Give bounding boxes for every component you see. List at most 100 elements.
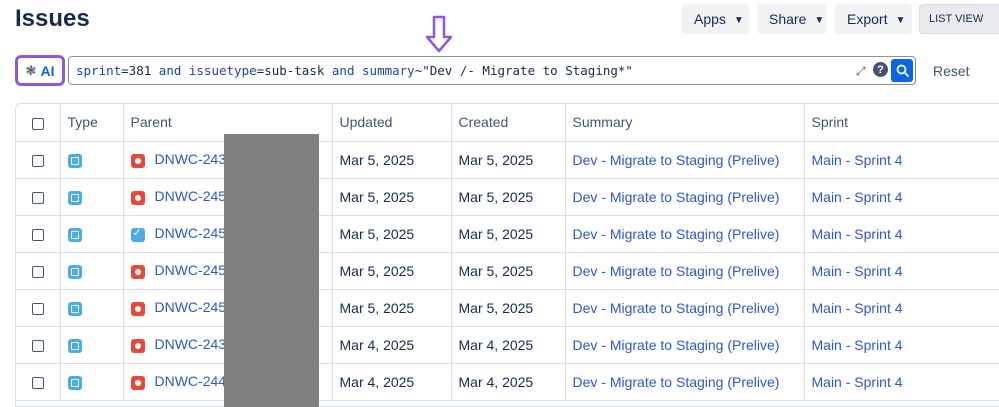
- parent-link[interactable]: DNWC-2451: [155, 299, 234, 315]
- sprint-link[interactable]: Main - Sprint 4: [812, 226, 903, 242]
- sprint-link[interactable]: Main - Sprint 4: [812, 337, 903, 353]
- bug-icon: [130, 375, 145, 390]
- bug-icon: [130, 301, 145, 316]
- updated-cell: Mar 5, 2025: [332, 141, 452, 179]
- sprint-link[interactable]: Main - Sprint 4: [812, 189, 903, 205]
- subtask-icon: [67, 227, 82, 242]
- summary-cell: Dev - Migrate to Staging (Prelive): [565, 326, 805, 364]
- summary-link[interactable]: Dev - Migrate to Staging (Prelive): [573, 374, 780, 390]
- search-button[interactable]: [891, 59, 913, 82]
- chevron-down-icon: ▼: [895, 14, 906, 26]
- jql-token: [354, 63, 362, 78]
- row-checkbox[interactable]: [16, 326, 61, 364]
- parent-link[interactable]: DNWC-2452: [155, 262, 234, 278]
- sprint-cell: Main - Sprint 4: [804, 215, 999, 253]
- annotation-arrow-icon: [425, 15, 453, 53]
- created-cell: Mar 4, 2025: [451, 363, 566, 401]
- subtask-icon: [67, 264, 82, 279]
- summary-link[interactable]: Dev - Migrate to Staging (Prelive): [573, 152, 780, 168]
- table-row[interactable]: DNWC-2447 Mar 4, 2025 Mar 4, 2025 Dev - Mig…: [16, 363, 999, 401]
- sprint-link[interactable]: Main - Sprint 4: [812, 263, 903, 279]
- page-title: Issues: [15, 5, 90, 32]
- subtask-icon: [67, 338, 82, 353]
- table-row[interactable]: DNWC-2457 Mar 5, 2025 Mar 5, 2025 Dev - Mig…: [16, 178, 999, 216]
- summary-cell: Dev - Migrate to Staging (Prelive): [565, 178, 805, 216]
- expand-icon[interactable]: ⤢: [856, 64, 868, 78]
- issue-type-cell: [60, 363, 124, 401]
- sprint-link[interactable]: Main - Sprint 4: [812, 152, 903, 168]
- sprint-link[interactable]: Main - Sprint 4: [812, 374, 903, 390]
- summary-link[interactable]: Dev - Migrate to Staging (Prelive): [573, 226, 780, 242]
- sparkle-icon: ❃: [25, 62, 37, 78]
- sprint-link[interactable]: Main - Sprint 4: [812, 300, 903, 316]
- table-row[interactable]: DNWC-2452 Mar 5, 2025 Mar 5, 2025 Dev - Mig…: [16, 252, 999, 290]
- parent-link[interactable]: DNWC-2432: [155, 151, 234, 167]
- column-header-created[interactable]: Created: [451, 104, 566, 142]
- parent-link[interactable]: DNWC-2447: [155, 373, 234, 389]
- row-checkbox[interactable]: [16, 252, 61, 290]
- jql-token: and: [331, 63, 355, 78]
- jql-query-input[interactable]: sprint=381 and issuetype=sub-task and su…: [68, 56, 916, 85]
- subtask-icon: [67, 190, 82, 205]
- select-all-checkbox[interactable]: [16, 104, 61, 142]
- parent-link[interactable]: DNWC-2439: [155, 336, 234, 352]
- share-label: Share: [769, 11, 807, 27]
- ai-label: AI: [40, 62, 55, 79]
- jql-token: summary: [362, 63, 415, 78]
- summary-cell: Dev - Migrate to Staging (Prelive): [565, 215, 805, 253]
- summary-link[interactable]: Dev - Migrate to Staging (Prelive): [573, 263, 780, 279]
- column-header-sprint[interactable]: Sprint: [804, 104, 999, 142]
- jql-token: =sub-task: [256, 63, 332, 78]
- column-header-type[interactable]: Type: [60, 104, 124, 142]
- chevron-down-icon: ▼: [733, 14, 744, 26]
- created-cell: Mar 5, 2025: [451, 178, 566, 216]
- summary-cell: Dev - Migrate to Staging (Prelive): [565, 141, 805, 179]
- jql-token: =381: [121, 63, 159, 78]
- created-cell: Mar 5, 2025: [451, 215, 566, 253]
- reset-button[interactable]: Reset: [933, 63, 970, 79]
- bug-icon: [130, 190, 145, 205]
- updated-cell: Mar 5, 2025: [332, 289, 452, 327]
- jql-token: [181, 63, 189, 78]
- sprint-cell: Main - Sprint 4: [804, 178, 999, 216]
- jql-token: and: [158, 63, 182, 78]
- row-checkbox[interactable]: [16, 289, 61, 327]
- row-checkbox[interactable]: [16, 215, 61, 253]
- summary-link[interactable]: Dev - Migrate to Staging (Prelive): [573, 189, 780, 205]
- parent-link[interactable]: DNWC-2457: [155, 188, 234, 204]
- created-cell: Mar 5, 2025: [451, 289, 566, 327]
- help-icon[interactable]: ?: [873, 62, 888, 77]
- ai-search-button[interactable]: ❃ AI: [15, 55, 65, 86]
- jql-query-text[interactable]: sprint=381 and issuetype=sub-task and su…: [76, 63, 633, 78]
- table-row[interactable]: DNWC-2432 Mar 5, 2025 Mar 5, 2025 Dev - Mig…: [16, 141, 999, 179]
- issue-type-cell: [60, 289, 124, 327]
- summary-link[interactable]: Dev - Migrate to Staging (Prelive): [573, 337, 780, 353]
- table-row[interactable]: DNWC-2439 Mar 4, 2025 Mar 4, 2025 Dev - Mig…: [16, 326, 999, 364]
- issue-type-cell: [60, 252, 124, 290]
- updated-cell: Mar 5, 2025: [332, 252, 452, 290]
- row-checkbox[interactable]: [16, 178, 61, 216]
- column-header-updated[interactable]: Updated: [332, 104, 452, 142]
- issues-table: Type Parent Updated Created Summary Spri…: [15, 103, 999, 407]
- parent-link[interactable]: DNWC-2455: [155, 225, 234, 241]
- bug-icon: [130, 338, 145, 353]
- task-icon: [130, 226, 145, 242]
- row-checkbox[interactable]: [16, 363, 61, 401]
- column-header-summary[interactable]: Summary: [565, 104, 805, 142]
- search-icon: [896, 64, 909, 77]
- share-button[interactable]: Share ▼: [757, 4, 827, 34]
- summary-link[interactable]: Dev - Migrate to Staging (Prelive): [573, 300, 780, 316]
- table-row[interactable]: DNWC-2455 Mar 5, 2025Mar 5, 2025 Dev - Mig…: [16, 215, 999, 253]
- issue-type-cell: [60, 141, 124, 179]
- bug-icon: [130, 264, 145, 279]
- jql-token: sprint: [76, 63, 122, 78]
- sprint-cell: Main - Sprint 4: [804, 141, 999, 179]
- table-row[interactable]: DNWC-2451 Mar 5, 2025 Mar 5, 2025 Dev - Mig…: [16, 289, 999, 327]
- sprint-cell: Main - Sprint 4: [804, 289, 999, 327]
- export-button[interactable]: Export ▼: [835, 4, 912, 34]
- row-checkbox[interactable]: [16, 141, 61, 179]
- list-view-button[interactable]: LIST VIEW: [919, 4, 999, 34]
- updated-cell: Mar 5, 2025: [332, 178, 452, 216]
- apps-button[interactable]: Apps ▼: [682, 4, 749, 34]
- jql-token: issuetype: [188, 63, 257, 78]
